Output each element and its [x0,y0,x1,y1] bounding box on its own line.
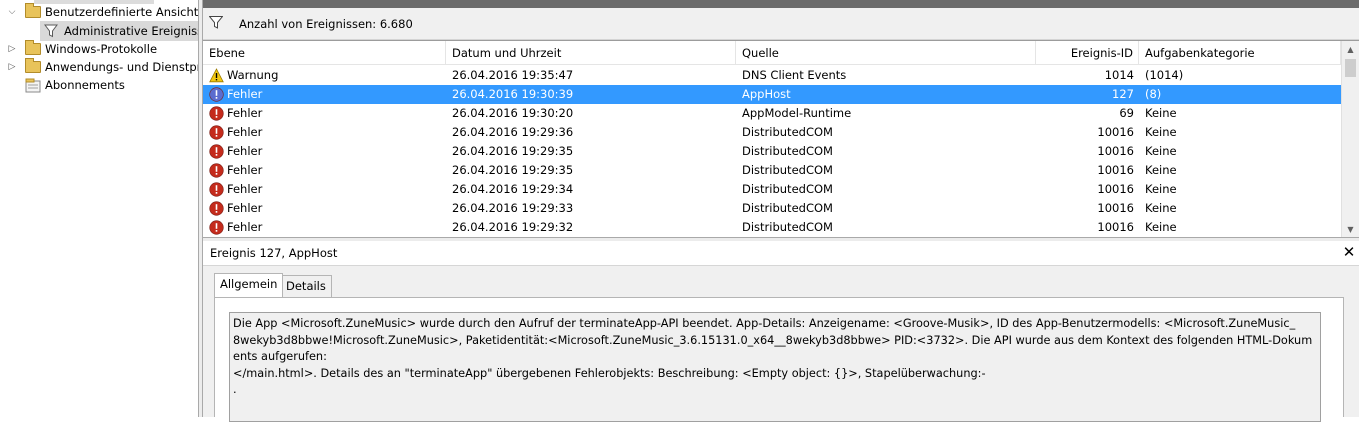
level-cell: Fehler [227,182,263,196]
event-id-cell: 10016 [1097,125,1134,139]
task-category-cell: Keine [1145,106,1177,120]
tree-item-windows-logs[interactable]: ▷ Windows-Protokolle [0,40,198,58]
event-message-text[interactable]: Die App <Microsoft.ZuneMusic> wurde durc… [229,312,1321,422]
datetime-cell: 26.04.2016 19:30:20 [452,106,574,120]
event-count-label: Anzahl von Ereignissen: 6.680 [239,17,413,31]
event-id-cell: 10016 [1097,144,1134,158]
scroll-up-arrow-icon[interactable]: ▲ [1342,41,1359,58]
tree-item-label: Abonnements [45,78,125,92]
column-header-level[interactable]: Ebene [203,41,446,65]
level-cell: Fehler [227,87,263,101]
table-row[interactable]: Fehler 26.04.2016 19:30:39 AppHost 127 (8) [203,85,1341,104]
table-row[interactable]: Fehler 26.04.2016 19:29:35 DistributedCOM 1… [203,161,1341,180]
tree-item-administrative-events[interactable]: Administrative Ereignisse [0,22,198,40]
tree-item-label: Windows-Protokolle [45,42,158,56]
folder-icon [25,58,41,73]
source-cell: AppHost [742,87,791,101]
grid-scrollbar[interactable]: ▲ ▼ [1341,41,1359,237]
level-cell: Warnung [227,68,279,82]
filter-icon [209,16,223,29]
scroll-down-arrow-icon[interactable]: ▼ [1342,221,1359,237]
event-detail-pane: Ereignis 127, AppHost ✕ Allgemein Detail… [203,241,1359,422]
subscriptions-icon [25,78,41,93]
level-cell: Fehler [227,125,263,139]
event-id-cell: 10016 [1097,201,1134,215]
tab-details[interactable]: Details [280,275,332,297]
source-cell: DistributedCOM [742,163,833,177]
chevron-right-icon[interactable]: ▷ [6,40,18,58]
datetime-cell: 26.04.2016 19:29:34 [452,182,574,196]
source-cell: DistributedCOM [742,182,833,196]
column-header-event-id[interactable]: Ereignis-ID [1036,41,1139,65]
event-id-cell: 10016 [1097,182,1134,196]
task-category-cell: Keine [1145,163,1177,177]
task-category-cell: Keine [1145,125,1177,139]
source-cell: DistributedCOM [742,125,833,139]
folder-icon [25,3,41,18]
folder-icon [25,40,41,55]
table-row[interactable]: Fehler 26.04.2016 19:29:32 DistributedCOM 1… [203,218,1341,237]
source-cell: DistributedCOM [742,220,833,234]
source-cell: DistributedCOM [742,144,833,158]
filter-icon [44,24,58,38]
column-header-source[interactable]: Quelle [736,41,1036,65]
task-category-cell: (1014) [1145,68,1184,82]
tree-item-label: Benutzerdefinierte Ansichten [45,5,198,19]
tree-item-label: Administrative Ereignisse [64,24,198,38]
level-cell: Fehler [227,201,263,215]
table-row[interactable]: Warnung 26.04.2016 19:35:47 DNS Client Eve… [203,66,1341,85]
task-category-cell: Keine [1145,201,1177,215]
datetime-cell: 26.04.2016 19:29:36 [452,125,574,139]
event-id-cell: 10016 [1097,220,1134,234]
tree-item-subscriptions[interactable]: Abonnements [0,76,198,94]
level-cell: Fehler [227,163,263,177]
column-header-task-category[interactable]: Aufgabenkategorie [1139,41,1341,65]
level-cell: Fehler [227,144,263,158]
event-id-cell: 1014 [1104,68,1134,82]
close-icon[interactable]: ✕ [1341,244,1357,260]
source-cell: DistributedCOM [742,201,833,215]
navigation-tree: ⌵ Benutzerdefinierte Ansichten Administr… [0,0,198,417]
tab-panel-general: Die App <Microsoft.ZuneMusic> wurde durc… [214,297,1344,422]
level-cell: Fehler [227,220,263,234]
scrollbar-thumb[interactable] [1345,59,1356,77]
datetime-cell: 26.04.2016 19:29:33 [452,201,574,215]
event-id-cell: 127 [1112,87,1134,101]
task-category-cell: (8) [1145,87,1162,101]
detail-header: Ereignis 127, AppHost ✕ [203,241,1359,266]
source-cell: DNS Client Events [742,68,847,82]
tree-item-label: Anwendungs- und Dienstprotokolle [45,60,198,74]
column-header-datetime[interactable]: Datum und Uhrzeit [446,41,736,65]
tree-item-custom-views[interactable]: ⌵ Benutzerdefinierte Ansichten [0,3,198,21]
grid-header: Ebene Datum und Uhrzeit Quelle Ereignis-… [203,41,1341,65]
datetime-cell: 26.04.2016 19:29:32 [452,220,574,234]
task-category-cell: Keine [1145,220,1177,234]
source-cell: AppModel-Runtime [742,106,852,120]
table-row[interactable]: Fehler 26.04.2016 19:29:33 DistributedCOM 1… [203,199,1341,218]
tab-general[interactable]: Allgemein [214,273,284,297]
tree-item-app-service-logs[interactable]: ▷ Anwendungs- und Dienstprotokolle [0,58,198,76]
event-id-cell: 69 [1119,106,1134,120]
filter-bar: Anzahl von Ereignissen: 6.680 [203,8,1359,40]
table-row[interactable]: Fehler 26.04.2016 19:29:34 DistributedCOM 1… [203,180,1341,199]
detail-title: Ereignis 127, AppHost [210,246,338,260]
datetime-cell: 26.04.2016 19:35:47 [452,68,574,82]
events-grid: Ebene Datum und Uhrzeit Quelle Ereignis-… [203,40,1359,237]
table-row[interactable]: Fehler 26.04.2016 19:29:36 DistributedCOM 1… [203,123,1341,142]
task-category-cell: Keine [1145,144,1177,158]
task-category-cell: Keine [1145,182,1177,196]
level-cell: Fehler [227,106,263,120]
chevron-down-icon[interactable]: ⌵ [6,3,18,21]
datetime-cell: 26.04.2016 19:30:39 [452,87,574,101]
table-row[interactable]: Fehler 26.04.2016 19:30:20 AppModel-Runtim… [203,104,1341,123]
main-pane: Anzahl von Ereignissen: 6.680 Ebene Datu… [203,0,1359,422]
table-row[interactable]: Fehler 26.04.2016 19:29:35 DistributedCOM 1… [203,142,1341,161]
chevron-right-icon[interactable]: ▷ [6,58,18,76]
event-id-cell: 10016 [1097,163,1134,177]
pane-title-strip [203,0,1359,8]
datetime-cell: 26.04.2016 19:29:35 [452,144,574,158]
datetime-cell: 26.04.2016 19:29:35 [452,163,574,177]
